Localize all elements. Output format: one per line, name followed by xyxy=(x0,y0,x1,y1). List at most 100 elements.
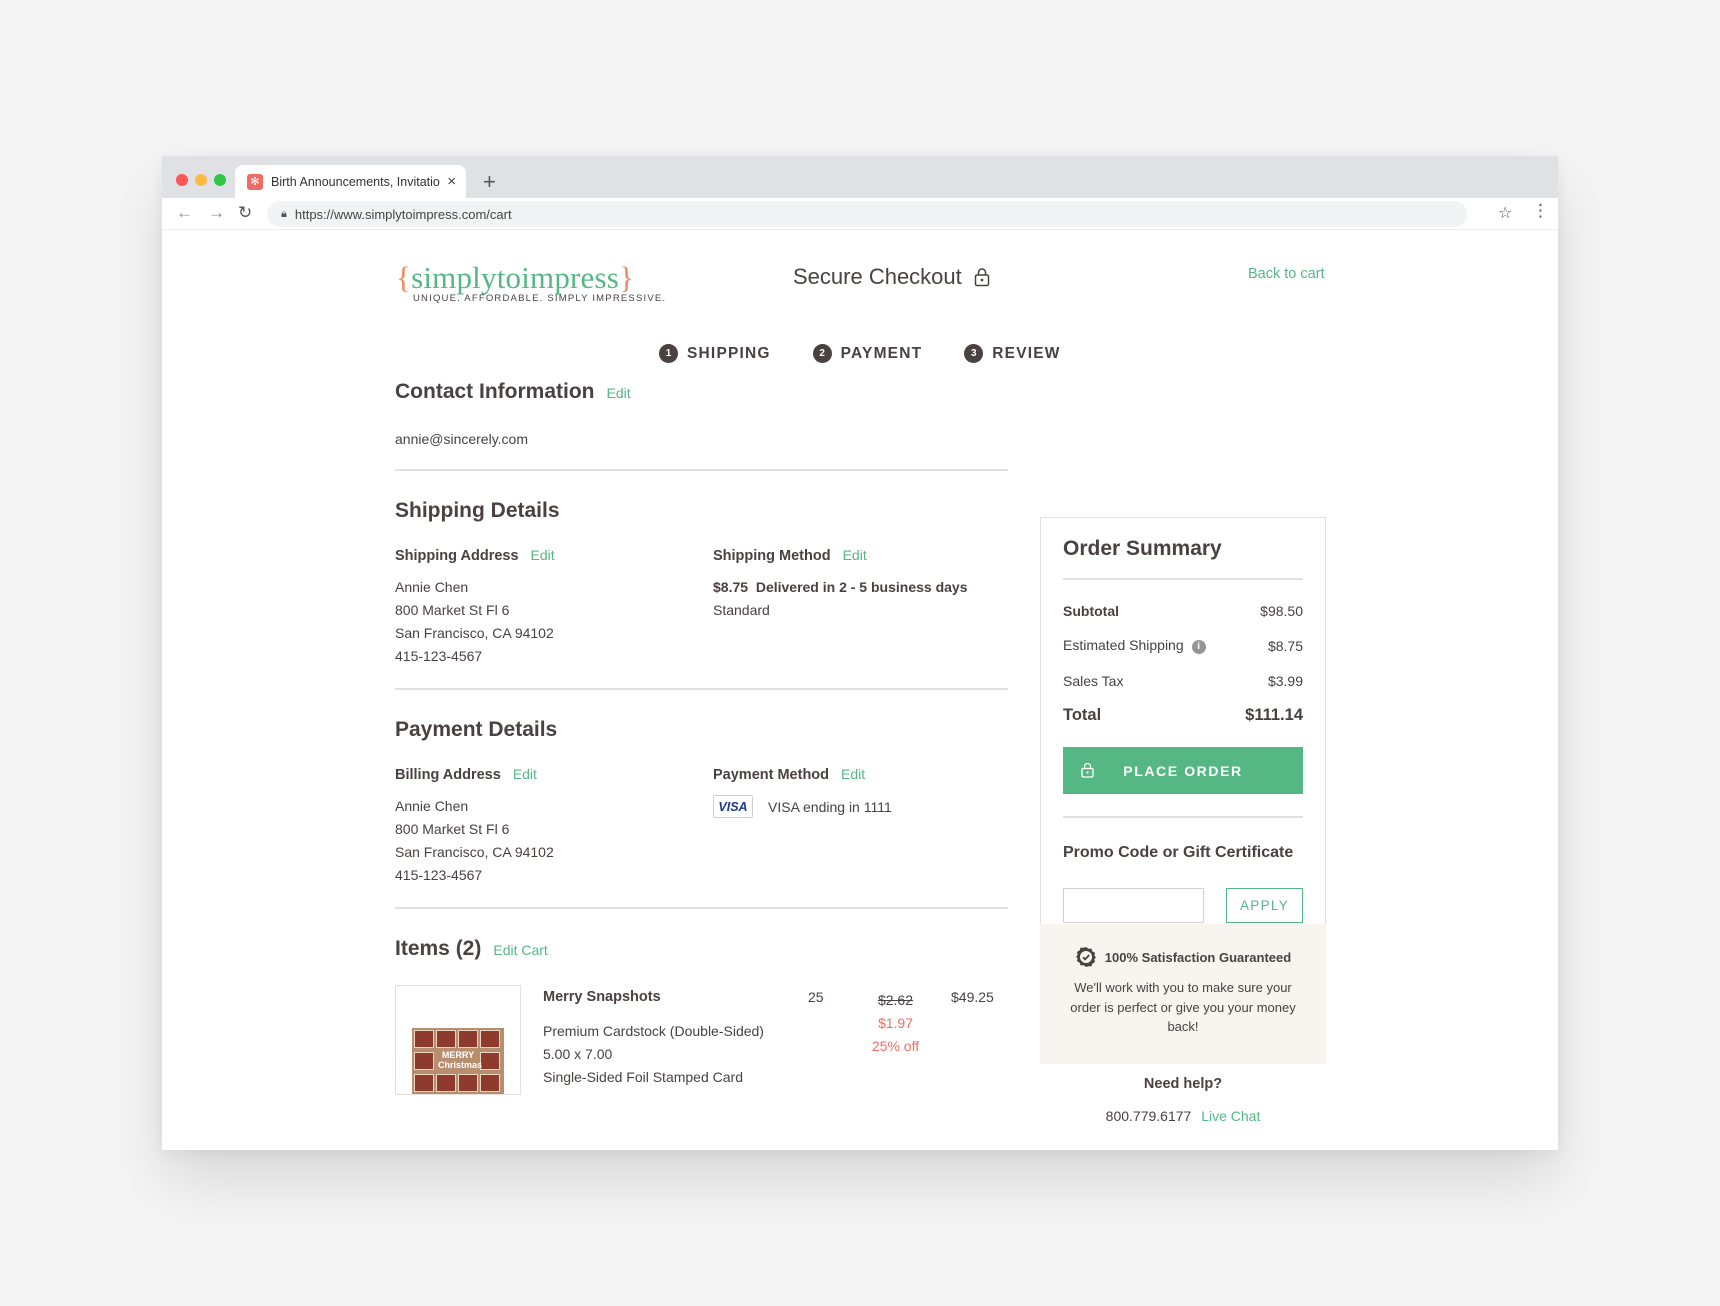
payment-columns: Billing Address Edit Annie Chen 800 Mark… xyxy=(395,766,1008,887)
step-label: REVIEW xyxy=(992,344,1061,362)
browser-toolbar: ← → ↻ 🔒︎ https://www.simplytoimpress.com… xyxy=(162,198,1558,230)
item-unit-price: $2.62 $1.97 25% off xyxy=(855,989,936,1058)
logo-brace-open: { xyxy=(396,260,412,295)
browser-menu-icon[interactable]: ⋮ xyxy=(1532,201,1549,221)
item-discount: 25% off xyxy=(871,1038,920,1054)
satisfaction-guarantee: 100% Satisfaction Guaranteed We'll work … xyxy=(1040,924,1326,1064)
logo-brace-close: } xyxy=(619,260,635,295)
address-line: San Francisco, CA 94102 xyxy=(395,625,554,641)
item-sale-price: $1.97 xyxy=(877,1015,914,1031)
shipping-address-col: Shipping Address Edit Annie Chen 800 Mar… xyxy=(395,547,713,668)
step-payment[interactable]: 2 PAYMENT xyxy=(812,344,923,363)
billing-address-edit-link[interactable]: Edit xyxy=(513,766,537,782)
subtotal-row: Subtotal $98.50 xyxy=(1063,593,1303,628)
address-line: Annie Chen xyxy=(395,798,469,814)
bookmark-star-icon[interactable]: ☆ xyxy=(1498,203,1512,223)
cart-item: MERRY Christmas Merry Snapshots Premium … xyxy=(395,985,1008,1105)
logo-wordmark: simplytoimpress xyxy=(411,260,620,295)
section-divider xyxy=(395,688,1008,690)
contact-title: Contact Information xyxy=(395,380,595,403)
billing-address-col: Billing Address Edit Annie Chen 800 Mark… xyxy=(395,766,713,887)
shipping-method-price: $8.75 xyxy=(713,579,749,595)
checkout-page: {simplytoimpress} UNIQUE. AFFORDABLE. SI… xyxy=(162,230,1558,1150)
item-details: Premium Cardstock (Double-Sided) 5.00 x … xyxy=(543,1020,764,1089)
place-order-button[interactable]: PLACE ORDER xyxy=(1063,747,1303,794)
address-line: 800 Market St Fl 6 xyxy=(395,602,510,618)
promo-title: Promo Code or Gift Certificate xyxy=(1063,844,1294,861)
item-detail: Single-Sided Foil Stamped Card xyxy=(543,1069,743,1085)
step-label: PAYMENT xyxy=(840,344,923,362)
billing-address-label: Billing Address xyxy=(395,767,501,783)
reload-icon[interactable]: ↻ xyxy=(238,203,252,223)
promo-form: APPLY xyxy=(1063,888,1303,923)
apply-promo-button[interactable]: APPLY xyxy=(1226,888,1303,923)
step-number: 2 xyxy=(812,344,832,363)
address-bar[interactable]: 🔒︎ https://www.simplytoimpress.com/cart xyxy=(267,201,1467,227)
shipping-method-label: Shipping Method xyxy=(713,548,831,564)
section-divider xyxy=(395,907,1008,909)
live-chat-link[interactable]: Live Chat xyxy=(1201,1108,1260,1124)
step-shipping[interactable]: 1 SHIPPING xyxy=(659,344,771,363)
promo-code-input[interactable] xyxy=(1063,888,1204,923)
item-thumbnail[interactable]: MERRY Christmas xyxy=(395,985,521,1095)
minimize-window-button[interactable] xyxy=(195,174,207,186)
browser-tab[interactable]: ✻ Birth Announcements, Invitatio × xyxy=(235,165,466,198)
shipping-method-type: Standard xyxy=(713,602,770,618)
card-photo xyxy=(480,1052,500,1070)
item-quantity: 25 xyxy=(808,989,824,1005)
help-section: Need help? 800.779.6177 Live Chat Cart I… xyxy=(1040,1076,1326,1150)
payment-method-heading: Payment Method Edit xyxy=(713,766,892,783)
contact-edit-link[interactable]: Edit xyxy=(607,385,631,401)
item-detail: 5.00 x 7.00 xyxy=(543,1046,613,1062)
summary-divider xyxy=(1063,816,1303,818)
card-photo xyxy=(480,1030,500,1048)
secure-checkout-heading: Secure Checkout xyxy=(793,264,990,290)
payment-card: VISA VISA ending in 1111 xyxy=(713,795,892,818)
help-contact: 800.779.6177 Live Chat xyxy=(1040,1108,1326,1124)
payment-method-col: Payment Method Edit VISA VISA ending in … xyxy=(713,766,892,887)
address-line: 800 Market St Fl 6 xyxy=(395,821,510,837)
card-photo xyxy=(414,1074,434,1092)
card-photo xyxy=(414,1030,434,1048)
info-icon[interactable]: i xyxy=(1191,639,1206,654)
forward-arrow-icon[interactable]: → xyxy=(208,203,225,223)
card-ending-text: VISA ending in 1111 xyxy=(768,798,892,815)
shipping-method-desc: Delivered in 2 - 5 business days xyxy=(755,579,968,595)
shipping-section-title: Shipping Details xyxy=(395,499,1008,523)
back-arrow-icon[interactable]: ← xyxy=(176,203,193,223)
edit-cart-link[interactable]: Edit Cart xyxy=(493,942,547,958)
guarantee-text: We'll work with you to make sure your or… xyxy=(1070,980,1296,1034)
shipping-value: $8.75 xyxy=(1267,637,1303,654)
close-window-button[interactable] xyxy=(176,174,188,186)
new-tab-button[interactable]: + xyxy=(483,169,496,195)
step-label: SHIPPING xyxy=(687,344,771,362)
shipping-address: Annie Chen 800 Market St Fl 6 San Franci… xyxy=(395,576,713,668)
guarantee-title: 100% Satisfaction Guaranteed xyxy=(1104,949,1292,965)
back-to-cart-link[interactable]: Back to cart xyxy=(1248,266,1325,282)
total-value: $111.14 xyxy=(1245,706,1303,724)
step-number: 1 xyxy=(659,344,678,363)
tax-label: Sales Tax xyxy=(1063,672,1124,689)
padlock-icon xyxy=(974,268,990,287)
shipping-address-edit-link[interactable]: Edit xyxy=(531,547,555,563)
payment-method-edit-link[interactable]: Edit xyxy=(841,766,865,782)
card-photo xyxy=(414,1052,434,1070)
payment-section-title: Payment Details xyxy=(395,718,1008,742)
address-line: San Francisco, CA 94102 xyxy=(395,844,554,860)
contact-email: annie@sincerely.com xyxy=(395,431,529,447)
visa-card-icon: VISA xyxy=(713,795,753,818)
shipping-method-details: $8.75 Delivered in 2 - 5 business days S… xyxy=(713,576,967,622)
checkout-steps: 1 SHIPPING 2 PAYMENT 3 REVIEW xyxy=(659,344,1103,363)
shipping-address-label: Shipping Address xyxy=(395,548,519,564)
step-review[interactable]: 3 REVIEW xyxy=(964,344,1060,363)
site-logo[interactable]: {simplytoimpress} UNIQUE. AFFORDABLE. SI… xyxy=(396,260,666,304)
browser-window: ✻ Birth Announcements, Invitatio × + ← →… xyxy=(162,156,1558,1150)
summary-rows: Subtotal $98.50 Estimated Shipping i $8.7… xyxy=(1063,593,1303,733)
shipping-method-edit-link[interactable]: Edit xyxy=(843,547,867,563)
card-preview-image: MERRY Christmas xyxy=(412,1028,504,1094)
maximize-window-button[interactable] xyxy=(214,174,226,186)
guarantee-heading: 100% Satisfaction Guaranteed xyxy=(1040,946,1326,968)
tab-close-icon[interactable]: × xyxy=(447,173,456,190)
item-name: Merry Snapshots xyxy=(543,989,661,1005)
help-phone[interactable]: 800.779.6177 xyxy=(1106,1108,1192,1124)
